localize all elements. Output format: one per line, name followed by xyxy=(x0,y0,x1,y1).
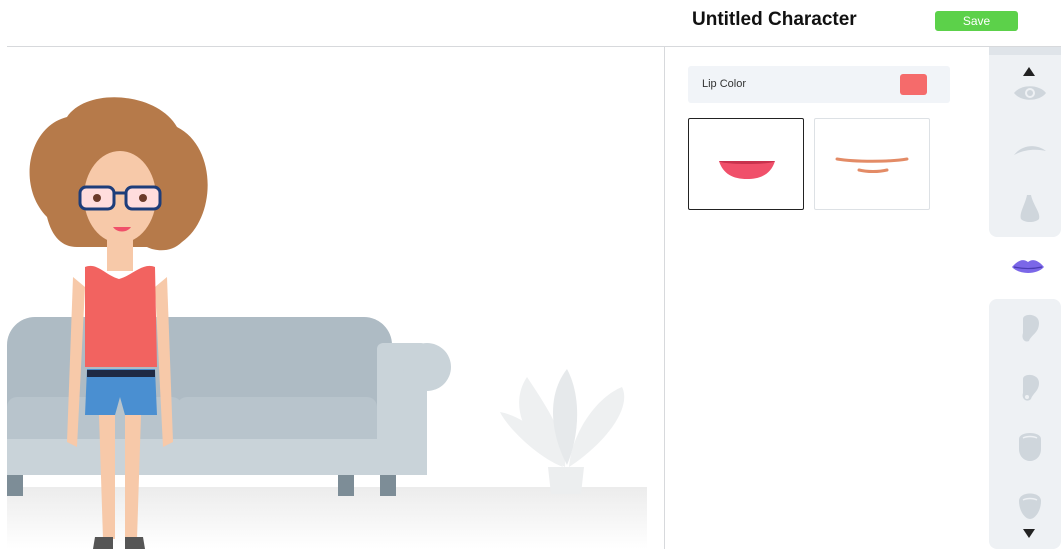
lip-color-label: Lip Color xyxy=(702,78,747,90)
options-panel: Lip Color xyxy=(665,47,988,549)
header-bar: Untitled Character Save xyxy=(0,0,1061,46)
eye-icon[interactable] xyxy=(1013,83,1047,103)
page-title: Untitled Character xyxy=(692,9,857,30)
plant-illustration xyxy=(500,369,625,494)
smile-lips-icon xyxy=(719,161,775,179)
character-canvas[interactable] xyxy=(7,47,664,549)
save-button[interactable]: Save xyxy=(935,11,1018,31)
scroll-up-icon[interactable] xyxy=(1023,67,1035,76)
lip-option-smile[interactable] xyxy=(688,118,804,210)
face-shape-icon[interactable] xyxy=(1017,431,1043,461)
nose-icon[interactable] xyxy=(1017,193,1043,223)
lips-icon[interactable] xyxy=(1011,257,1045,277)
feature-sidebar xyxy=(989,47,1061,549)
scene-illustration xyxy=(7,97,647,549)
eyebrow-icon[interactable] xyxy=(1013,143,1047,157)
face-shape-alt-icon[interactable] xyxy=(1017,491,1043,519)
lip-color-swatch[interactable] xyxy=(900,74,927,95)
scroll-down-icon[interactable] xyxy=(1023,529,1035,538)
sidebar-scroll-top xyxy=(989,47,1061,55)
thin-line-lips-icon xyxy=(835,157,909,173)
lip-color-row[interactable]: Lip Color xyxy=(688,66,950,103)
lip-option-thin-line[interactable] xyxy=(814,118,930,210)
ear-small-icon[interactable] xyxy=(1019,373,1041,403)
ear-icon[interactable] xyxy=(1019,313,1041,343)
